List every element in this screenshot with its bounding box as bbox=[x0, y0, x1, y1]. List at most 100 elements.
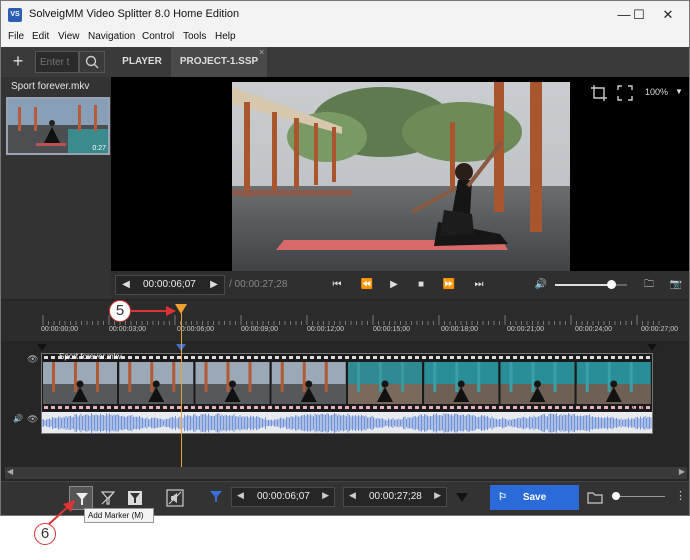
range-start-marker[interactable] bbox=[37, 344, 47, 352]
next-frame-icon[interactable]: ▶ bbox=[206, 277, 222, 293]
callout-arrow-add-marker bbox=[48, 500, 75, 525]
tick-label: 00:00:18;00 bbox=[441, 326, 478, 333]
open-folder-icon[interactable]: 🗀 bbox=[641, 277, 657, 293]
save-label: Save bbox=[522, 492, 547, 503]
delete-marker-button[interactable] bbox=[96, 486, 120, 510]
menu-control[interactable]: Control bbox=[142, 31, 174, 42]
marker-out-time: 00:00:27;28 bbox=[369, 491, 422, 502]
volume-slider[interactable] bbox=[555, 284, 627, 286]
mute-audio-button[interactable] bbox=[163, 486, 187, 510]
output-folder-icon[interactable] bbox=[587, 490, 603, 504]
snapshot-icon[interactable]: 📷 bbox=[668, 277, 684, 293]
track-filmstrip bbox=[42, 354, 652, 412]
tick-label: 00:00:03;00 bbox=[109, 326, 146, 333]
menu-bar: File Edit View Navigation Control Tools … bbox=[1, 29, 689, 47]
add-file-button[interactable]: + bbox=[7, 51, 29, 73]
audio-waveform[interactable] bbox=[42, 413, 652, 433]
app-logo-icon: VS bbox=[8, 8, 22, 22]
file-thumbnail[interactable]: 0:27 bbox=[6, 97, 110, 155]
app-window: VS SolveigMM Video Splitter 8.0 Home Edi… bbox=[0, 0, 690, 516]
zoom-level[interactable]: 100% bbox=[645, 87, 668, 97]
timeline-ruler[interactable] bbox=[1, 301, 689, 341]
tab-player[interactable]: PLAYER bbox=[113, 47, 171, 77]
crop-icon[interactable] bbox=[589, 83, 609, 103]
callout-playhead: 5 bbox=[109, 300, 131, 322]
video-eye-icon[interactable]: 👁 bbox=[27, 354, 38, 365]
top-toolbar: + PLAYER PROJECT-1.SSP × bbox=[1, 47, 689, 77]
callout-add-marker: 6 bbox=[34, 523, 56, 545]
playhead-handle[interactable] bbox=[175, 304, 187, 316]
zoom-dropdown-icon[interactable]: ▼ bbox=[675, 87, 683, 96]
tick-label: 00:00:06;00 bbox=[177, 326, 214, 333]
delete-marker-icon bbox=[100, 491, 116, 505]
menu-help[interactable]: Help bbox=[215, 31, 236, 42]
tab-close-icon[interactable]: × bbox=[259, 47, 264, 57]
volume-knob[interactable] bbox=[607, 280, 617, 289]
track-duration: 0:27 bbox=[630, 404, 644, 411]
timeline-horizontal-scrollbar[interactable]: ◀ ▶ bbox=[5, 467, 687, 479]
in-time-next-icon[interactable]: ▶ bbox=[322, 490, 329, 501]
previous-key-icon[interactable]: ⏮ bbox=[329, 277, 345, 293]
out-time-next-icon[interactable]: ▶ bbox=[434, 490, 441, 501]
play-icon[interactable]: ▶ bbox=[386, 277, 402, 293]
stop-icon[interactable]: ■ bbox=[413, 277, 429, 293]
tick-label: 00:00:15;00 bbox=[373, 326, 410, 333]
fullscreen-icon[interactable] bbox=[615, 83, 635, 103]
marker-in-time: 00:00:06;07 bbox=[257, 491, 310, 502]
thumbnail-duration: 0:27 bbox=[92, 145, 106, 152]
range-end-marker[interactable] bbox=[647, 344, 657, 352]
menu-file[interactable]: File bbox=[8, 31, 24, 42]
zoom-slider-knob[interactable] bbox=[612, 492, 620, 500]
step-forward-icon[interactable]: ⏩ bbox=[441, 277, 457, 293]
menu-tools[interactable]: Tools bbox=[183, 31, 206, 42]
marker-options-icon bbox=[128, 491, 142, 505]
video-frame bbox=[232, 82, 570, 272]
playhead-line[interactable] bbox=[181, 313, 182, 467]
file-panel: Sport forever.mkv 0:27 bbox=[1, 77, 111, 299]
search-input[interactable] bbox=[35, 51, 79, 73]
total-duration: / 00:00:27;28 bbox=[229, 279, 288, 290]
in-time-prev-icon[interactable]: ◀ bbox=[237, 490, 244, 501]
save-flag-icon: ⚐ bbox=[498, 492, 507, 503]
transport-bar: ◀ ▶ 00:00:06;07 / 00:00:27;28 ⏮ ⏪ ▶ ■ ⏩ … bbox=[111, 271, 689, 299]
step-back-icon[interactable]: ⏪ bbox=[359, 277, 375, 293]
track-file-name: Sport forever.mkv bbox=[59, 352, 122, 361]
out-marker-icon bbox=[456, 493, 468, 502]
more-options-icon[interactable]: ⋮ bbox=[675, 489, 686, 502]
search-icon bbox=[85, 55, 99, 69]
ruler-ticks bbox=[42, 315, 660, 325]
scroll-left-icon[interactable]: ◀ bbox=[7, 467, 13, 476]
tick-label: 00:00:21;00 bbox=[507, 326, 544, 333]
video-player[interactable] bbox=[111, 77, 689, 272]
tab-project-label: PROJECT-1.SSP bbox=[179, 56, 259, 67]
audio-eye-icon[interactable]: 👁 bbox=[27, 414, 38, 425]
in-marker-icon bbox=[210, 491, 222, 502]
volume-icon[interactable]: 🔊 bbox=[533, 277, 549, 293]
tick-label: 00:00:27;00 bbox=[641, 326, 678, 333]
tab-project[interactable]: PROJECT-1.SSP bbox=[171, 47, 267, 77]
menu-edit[interactable]: Edit bbox=[32, 31, 49, 42]
tick-label: 00:00:24;00 bbox=[575, 326, 612, 333]
callout-arrow-playhead bbox=[130, 306, 176, 316]
zoom-slider[interactable] bbox=[613, 496, 665, 497]
add-marker-tooltip: Add Marker (M) bbox=[84, 508, 154, 523]
marker-options-button[interactable] bbox=[123, 486, 147, 510]
current-time: 00:00:06;07 bbox=[143, 279, 196, 290]
tick-label: 00:00:09;00 bbox=[241, 326, 278, 333]
title-bar: VS SolveigMM Video Splitter 8.0 Home Edi… bbox=[1, 1, 689, 29]
scroll-right-icon[interactable]: ▶ bbox=[679, 467, 685, 476]
menu-view[interactable]: View bbox=[58, 31, 80, 42]
next-key-icon[interactable]: ⏭ bbox=[471, 277, 487, 293]
waveform-graphic bbox=[42, 413, 652, 433]
prev-frame-icon[interactable]: ◀ bbox=[118, 277, 134, 293]
save-button[interactable]: ⚐ Save bbox=[490, 485, 579, 510]
audio-track-icon[interactable]: 🔊 bbox=[13, 414, 23, 423]
tick-label: 00:00:00;00 bbox=[41, 326, 78, 333]
out-time-prev-icon[interactable]: ◀ bbox=[349, 490, 356, 501]
file-name: Sport forever.mkv bbox=[11, 81, 90, 92]
menu-navigation[interactable]: Navigation bbox=[88, 31, 135, 42]
video-image bbox=[232, 82, 570, 272]
close-button[interactable]: ✕ bbox=[645, 1, 689, 29]
mute-icon bbox=[166, 489, 184, 507]
search-button[interactable] bbox=[79, 51, 105, 73]
